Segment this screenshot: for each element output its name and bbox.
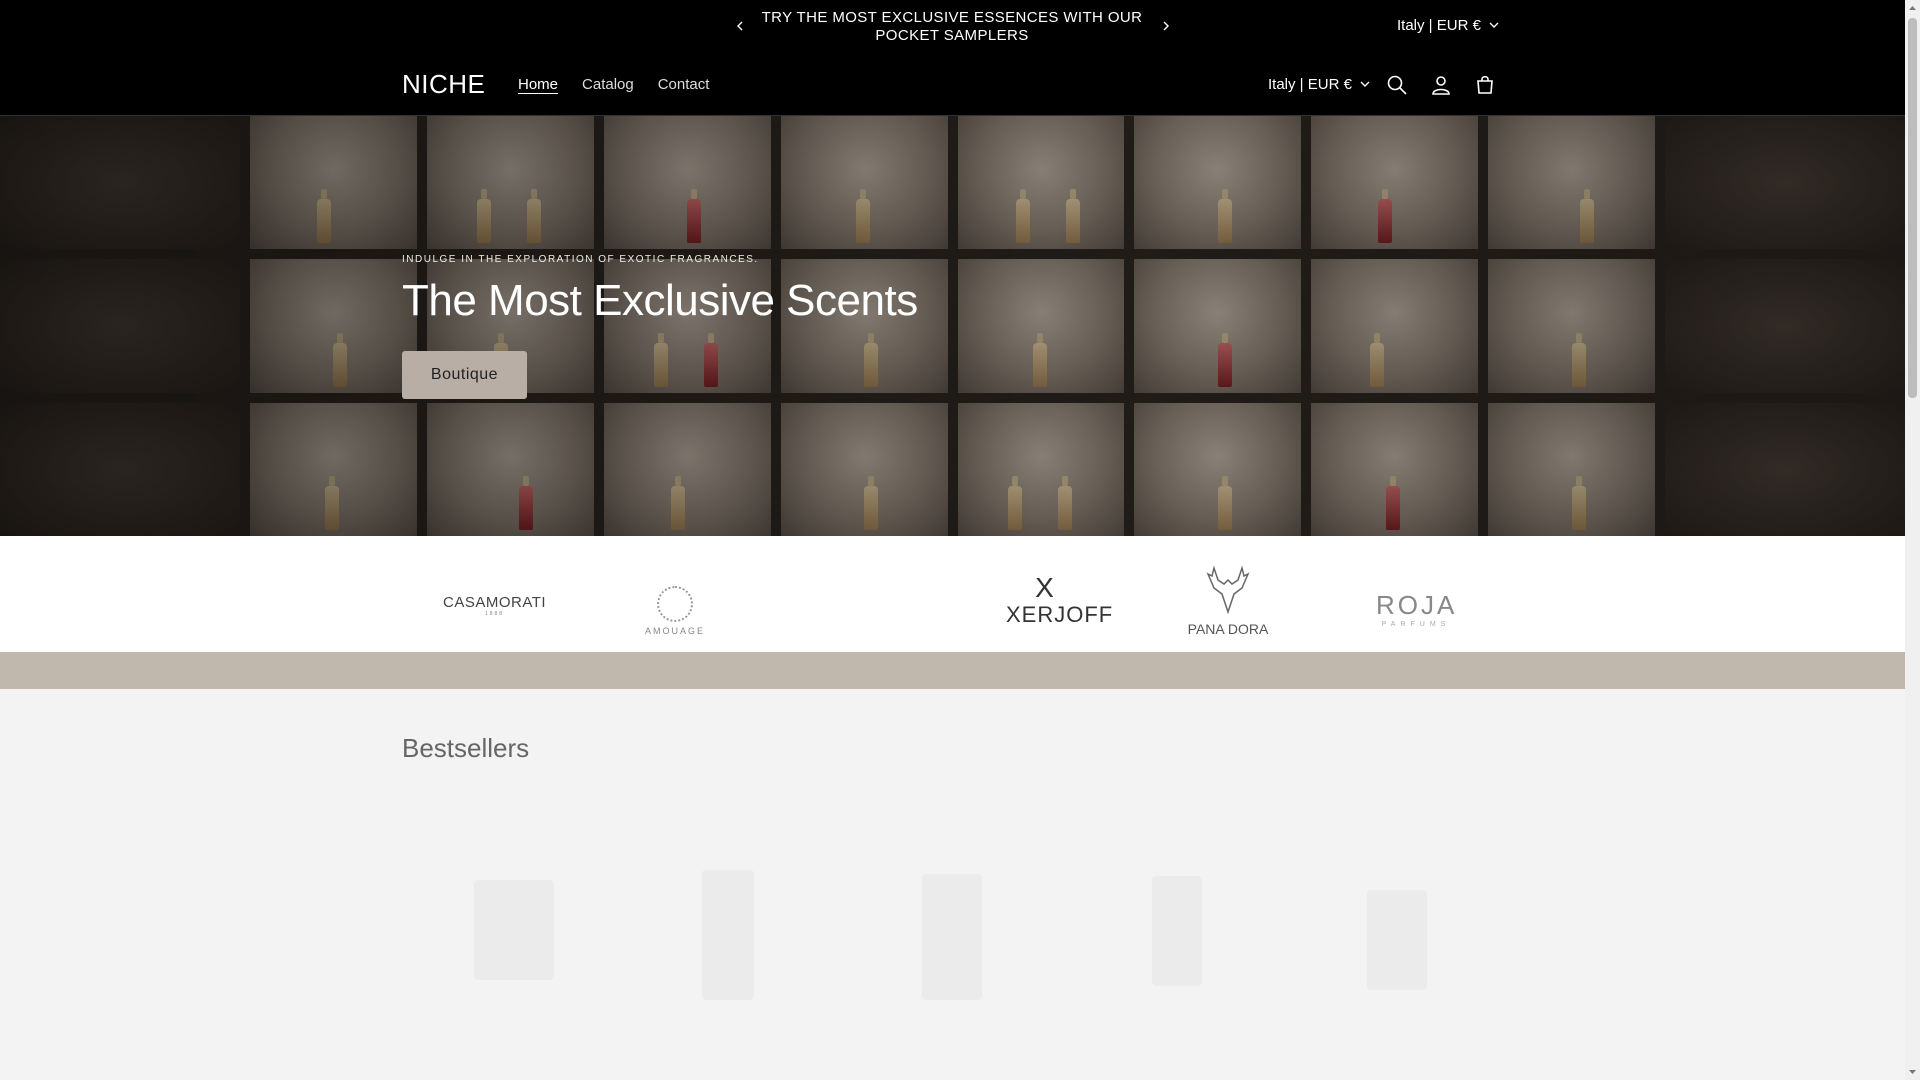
user-icon — [1432, 76, 1450, 95]
brand-name: AMOUAGE — [644, 626, 705, 636]
product-card[interactable] — [1357, 860, 1437, 1000]
cart-button[interactable] — [1471, 71, 1499, 99]
brand-logos-strip: CASAMORATI 1888 AMOUAGE X XERJOFF PANA D… — [0, 536, 1905, 652]
brand-logo-casamorati[interactable]: CASAMORATI 1888 — [443, 594, 546, 617]
brand-logo-amouage[interactable]: AMOUAGE — [641, 586, 709, 636]
product-card[interactable] — [692, 860, 762, 1000]
product-image — [922, 874, 982, 1000]
product-image — [474, 880, 554, 980]
brand-sub: PARFUMS — [1381, 621, 1451, 628]
brand-logo-faded[interactable] — [830, 608, 836, 619]
brand-name: ROJA — [1376, 590, 1458, 620]
account-button[interactable] — [1427, 71, 1455, 99]
nav-item-catalog[interactable]: Catalog — [582, 76, 634, 93]
chevron-left-icon — [737, 21, 743, 31]
chevron-down-icon — [1489, 22, 1499, 28]
brand-logo-roja[interactable]: ROJA PARFUMS — [1376, 590, 1456, 628]
header-locale-selector[interactable]: Italy | EUR € — [1268, 76, 1370, 93]
announcement-next-button[interactable] — [1154, 14, 1178, 38]
boutique-button[interactable]: Boutique — [402, 351, 527, 399]
nav-item-home[interactable]: Home — [518, 76, 558, 93]
locale-label: Italy | EUR € — [1268, 76, 1352, 93]
hero-title: The Most Exclusive Scents — [402, 276, 918, 325]
locale-label: Italy | EUR € — [1397, 17, 1481, 34]
bestsellers-grid — [402, 860, 1502, 1000]
brand-name: CASAMORATI — [443, 594, 547, 611]
hero-subtitle: INDULGE IN THE EXPLORATION OF EXOTIC FRA… — [402, 254, 759, 265]
product-card[interactable] — [1142, 860, 1212, 1000]
page: TRY THE MOST EXCLUSIVE ESSENCES WITH OUR… — [0, 0, 1905, 1080]
announcement-message: TRY THE MOST EXCLUSIVE ESSENCES WITH OUR… — [761, 9, 1143, 44]
brand-logo-xerjoff[interactable]: X XERJOFF — [1006, 572, 1112, 628]
scroll-down-icon[interactable] — [1908, 1067, 1917, 1076]
page-scrollbar[interactable] — [1905, 0, 1920, 1080]
chevron-right-icon — [1163, 21, 1169, 31]
product-card[interactable] — [912, 860, 992, 1000]
search-icon — [1387, 75, 1407, 95]
site-logo[interactable]: NICHE — [402, 69, 485, 100]
announcement-prev-button[interactable] — [728, 14, 752, 38]
scroll-up-icon[interactable] — [1908, 4, 1917, 13]
brand-logo-panadora[interactable]: PANA DORA — [1186, 560, 1270, 637]
site-header: NICHE Home Catalog Contact Italy | EUR € — [0, 55, 1905, 116]
brand-year: 1888 — [484, 611, 505, 617]
announcement-bar: TRY THE MOST EXCLUSIVE ESSENCES WITH OUR… — [0, 0, 1905, 55]
search-button[interactable] — [1383, 71, 1411, 99]
product-card[interactable] — [464, 860, 564, 1000]
product-image — [1152, 876, 1202, 986]
bestsellers-title: Bestsellers — [402, 733, 530, 763]
product-image — [1367, 890, 1427, 990]
hero-banner: INDULGE IN THE EXPLORATION OF EXOTIC FRA… — [0, 116, 1905, 536]
stag-icon — [1206, 565, 1250, 615]
brand-mark: X — [1035, 572, 1055, 603]
brand-name: XERJOFF — [1006, 602, 1114, 627]
scrollbar-thumb[interactable] — [1908, 18, 1917, 398]
nav-item-contact[interactable]: Contact — [658, 76, 710, 93]
brand-name: PANA DORA — [1187, 621, 1269, 637]
announcement-locale-selector[interactable]: Italy | EUR € — [1397, 17, 1499, 34]
main-nav: Home Catalog Contact — [518, 76, 709, 93]
divider-band — [0, 652, 1905, 689]
chevron-down-icon — [1360, 81, 1370, 87]
cart-icon — [1477, 75, 1493, 94]
product-image — [702, 870, 754, 1000]
amouage-seal-icon — [657, 586, 693, 622]
